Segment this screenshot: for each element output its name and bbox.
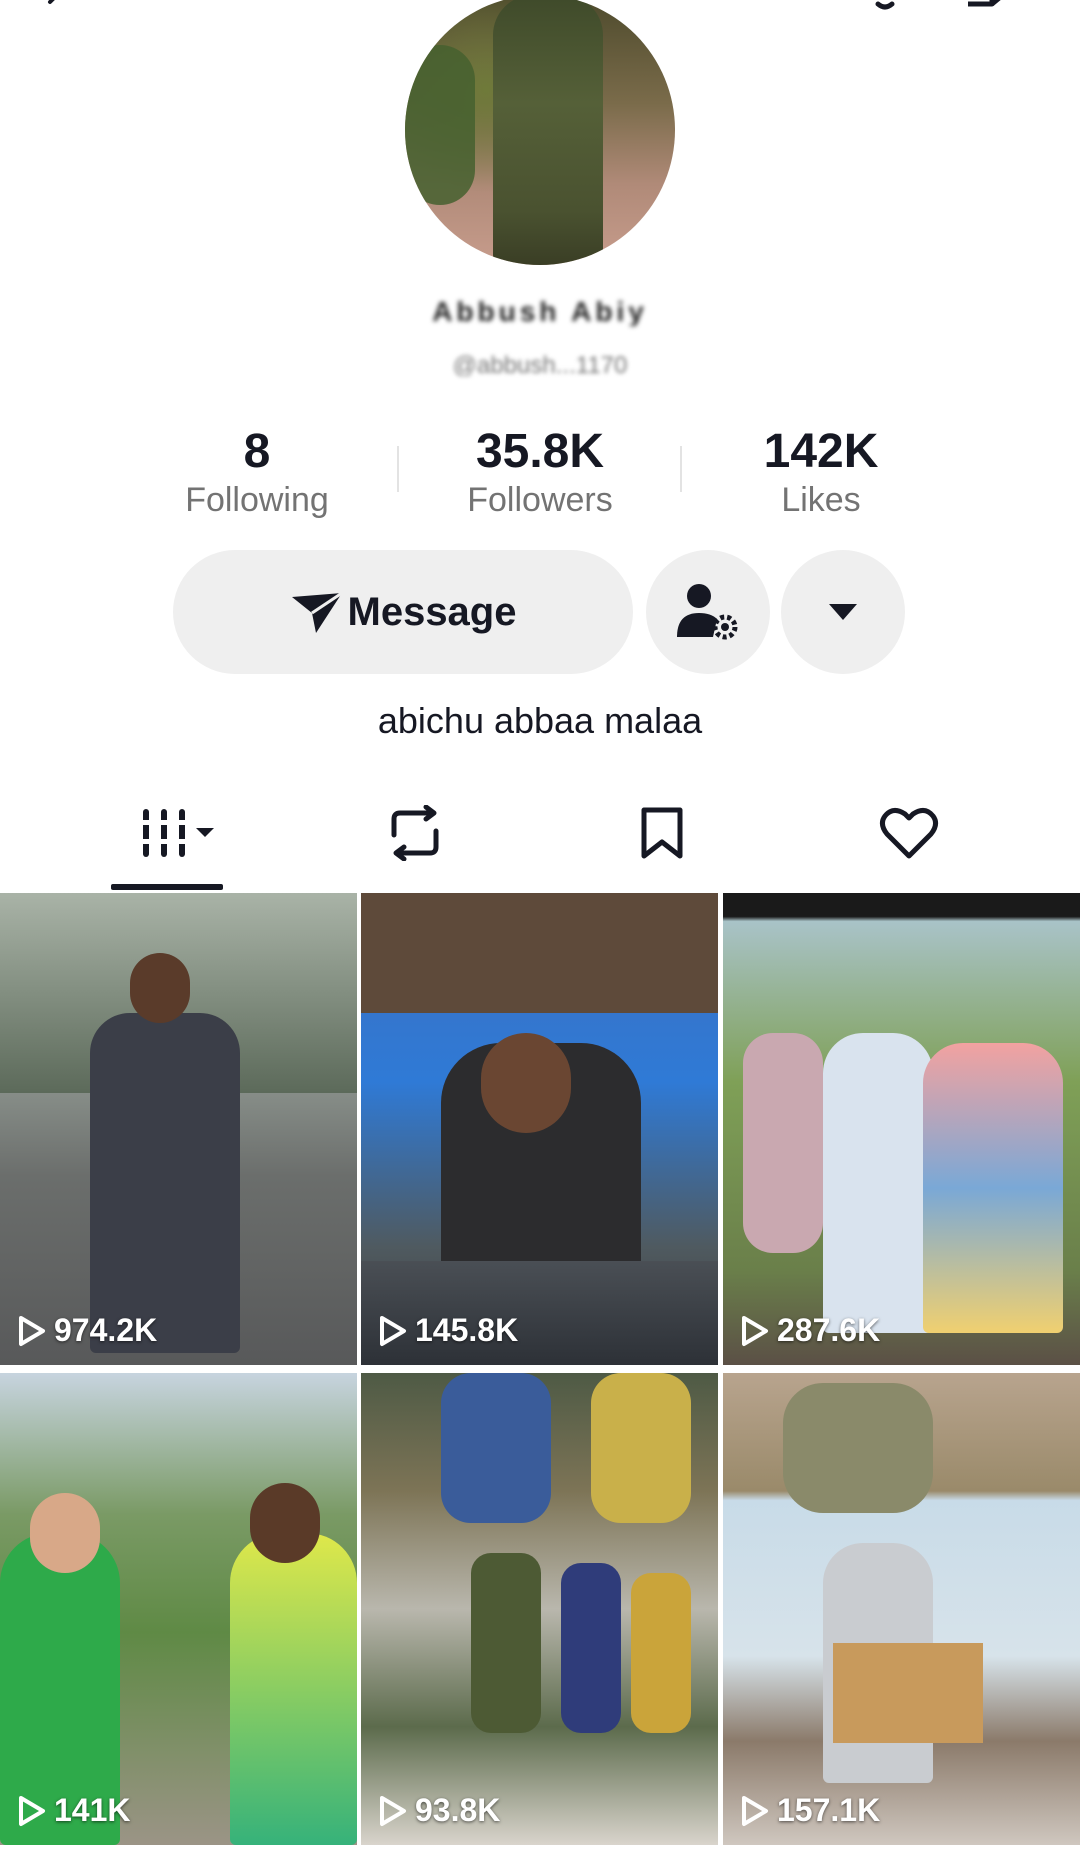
username: @abbush...1170 (452, 352, 628, 376)
bell-icon[interactable] (860, 0, 910, 24)
paper-plane-icon (291, 591, 343, 633)
stat-likes[interactable]: 142K Likes (711, 424, 931, 520)
video-thumbnail[interactable]: 287.6K (723, 893, 1080, 1365)
play-icon (380, 1315, 406, 1346)
video-thumbnail[interactable]: 145.8K (361, 893, 718, 1365)
followers-label: Followers (467, 481, 613, 519)
view-count: 974.2K (18, 1312, 157, 1349)
tab-liked[interactable] (849, 798, 969, 868)
message-label: Message (347, 589, 517, 634)
avatar[interactable] (405, 0, 675, 265)
stat-followers[interactable]: 35.8K Followers (430, 424, 650, 520)
play-icon (19, 1315, 45, 1346)
view-count: 157.1K (741, 1792, 880, 1829)
caret-down-icon (829, 604, 857, 620)
stat-divider (680, 446, 682, 492)
repost-icon (391, 805, 439, 861)
stat-divider (397, 446, 399, 492)
view-count: 145.8K (379, 1312, 518, 1349)
video-thumbnail[interactable]: 974.2K (0, 893, 357, 1365)
likes-count: 142K (763, 425, 879, 478)
person-gear-icon (677, 584, 738, 640)
stat-following[interactable]: 8 Following (147, 424, 367, 520)
share-icon[interactable] (962, 0, 1018, 24)
bio: abichu abbaa malaa (377, 700, 703, 741)
tab-reposts[interactable] (355, 798, 475, 868)
video-thumbnail[interactable]: 93.8K (361, 1373, 718, 1845)
video-thumbnail[interactable]: 157.1K (723, 1373, 1080, 1845)
following-count: 8 (243, 425, 271, 478)
likes-label: Likes (781, 481, 861, 519)
heart-icon (879, 808, 939, 859)
play-icon (742, 1795, 768, 1826)
video-thumbnail[interactable]: 141K (0, 1373, 357, 1845)
play-icon (19, 1795, 45, 1826)
view-count: 93.8K (379, 1792, 500, 1829)
view-count: 287.6K (741, 1312, 880, 1349)
play-icon (380, 1795, 406, 1826)
following-label: Following (185, 481, 329, 519)
more-button[interactable] (781, 550, 905, 674)
play-icon (742, 1315, 768, 1346)
display-name: Abbush Abiy (432, 296, 648, 326)
message-button[interactable]: Message (173, 550, 633, 674)
back-icon[interactable] (40, 0, 80, 20)
active-tab-indicator (111, 884, 223, 890)
tab-saved[interactable] (602, 798, 722, 868)
view-count: 141K (18, 1792, 131, 1829)
bookmark-icon (641, 807, 683, 859)
tab-videos[interactable] (120, 798, 240, 868)
grid-icon (140, 809, 214, 857)
add-friend-button[interactable] (646, 550, 770, 674)
followers-count: 35.8K (475, 425, 605, 478)
